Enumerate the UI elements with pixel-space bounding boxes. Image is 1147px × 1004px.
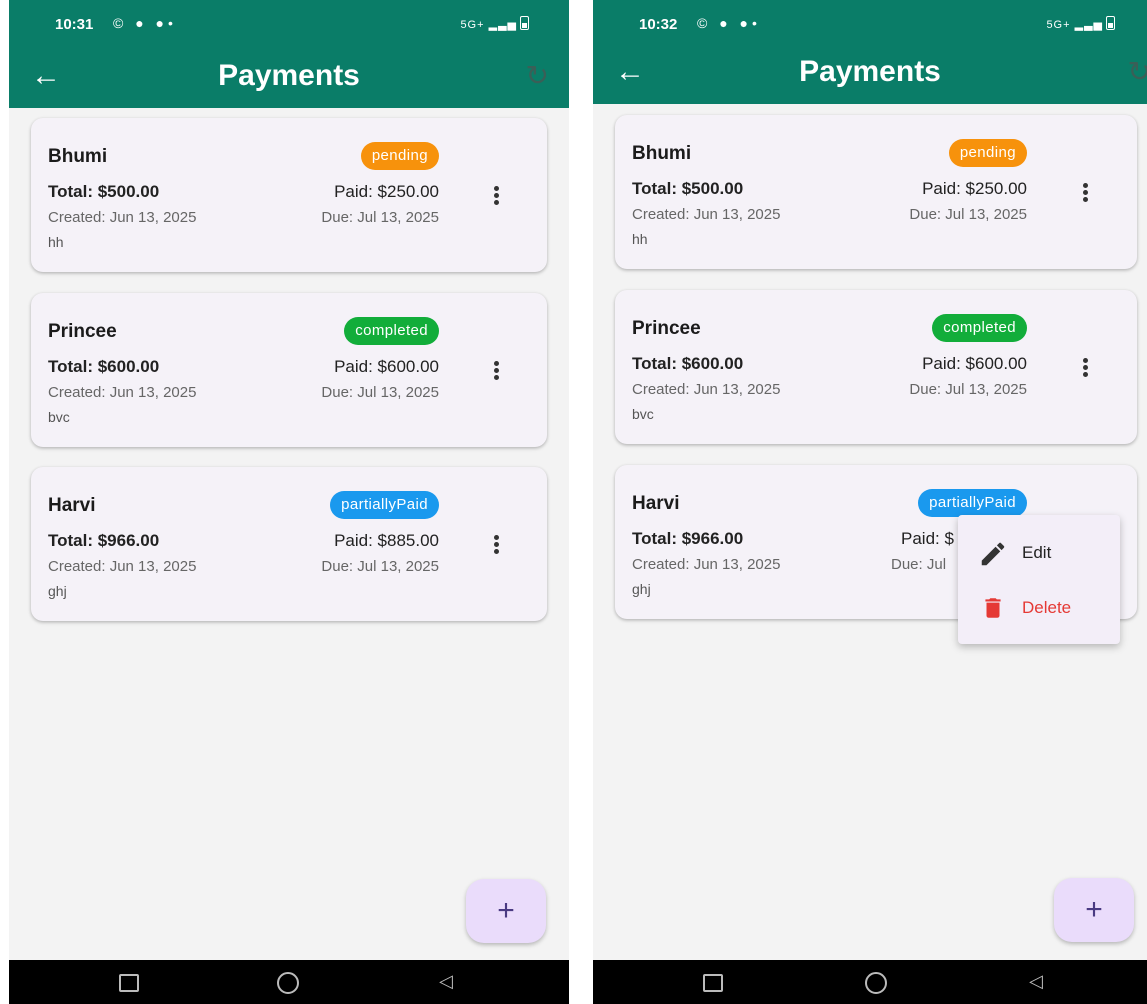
payment-note: ghj: [48, 583, 67, 599]
payment-total: Total: $500.00: [632, 179, 744, 198]
payment-paid: Paid: $: [901, 529, 954, 548]
payment-total: Total: $600.00: [632, 354, 744, 373]
more-vert-icon[interactable]: [1076, 181, 1096, 205]
network-type-label: 5G+: [460, 19, 485, 31]
payment-note: hh: [632, 231, 648, 247]
plus-icon: +: [497, 894, 515, 927]
due-date: Due: Jul 13, 2025: [321, 384, 439, 401]
payment-paid: Paid: $600.00: [922, 354, 1027, 373]
status-badge: completed: [932, 314, 1027, 342]
page-title: Payments: [218, 59, 360, 92]
more-vert-icon[interactable]: [487, 359, 507, 383]
add-payment-button[interactable]: +: [466, 879, 546, 943]
created-date: Created: Jun 13, 2025: [632, 206, 781, 223]
due-date: Due: Jul 13, 2025: [909, 381, 1027, 398]
battery-icon: [1106, 16, 1115, 30]
status-bar: 10:31 © ● ●• 5G+ ▂▃▅: [9, 0, 569, 50]
more-vert-icon[interactable]: [487, 533, 507, 557]
payment-total: Total: $966.00: [48, 531, 160, 550]
signal-icon: ▂▃▅: [1074, 19, 1103, 31]
notification-icons: © ● ●•: [697, 15, 761, 31]
payment-note: bvc: [48, 409, 70, 425]
system-status-icons: 5G+ ▂▃▅: [460, 16, 529, 31]
system-nav-bar: ◁: [9, 960, 569, 1004]
payer-name: Bhumi: [632, 143, 692, 164]
payment-note: ghj: [632, 581, 651, 597]
payment-paid: Paid: $250.00: [922, 179, 1027, 198]
status-bar: 10:32 © ● ●• 5G+ ▂▃▅: [593, 0, 1147, 46]
status-badge: partiallyPaid: [918, 489, 1027, 517]
card-popup-menu: Edit Delete: [958, 515, 1120, 644]
phone-screen-before: 10:31 © ● ●• 5G+ ▂▃▅ ← Payments ↻ Bhumi …: [9, 0, 569, 1004]
payment-card: Harvi partiallyPaid Total: $966.00 Paid:…: [31, 467, 547, 621]
network-type-label: 5G+: [1046, 19, 1071, 31]
payment-paid: Paid: $885.00: [334, 531, 439, 550]
payment-note: bvc: [632, 406, 654, 422]
payment-total: Total: $966.00: [632, 529, 744, 548]
recents-icon[interactable]: [119, 974, 139, 992]
created-date: Created: Jun 13, 2025: [48, 209, 197, 226]
app-bar: ← Payments ↻: [9, 50, 569, 108]
payment-total: Total: $600.00: [48, 357, 160, 376]
due-date: Due: Jul 13, 2025: [321, 209, 439, 226]
created-date: Created: Jun 13, 2025: [48, 384, 197, 401]
payer-name: Princee: [48, 321, 117, 342]
system-nav-bar: ◁: [593, 960, 1147, 1004]
delete-label: Delete: [1022, 598, 1072, 617]
edit-menu-item[interactable]: Edit: [958, 527, 1120, 579]
recents-icon[interactable]: [703, 974, 723, 992]
more-vert-icon[interactable]: [487, 184, 507, 208]
edit-label: Edit: [1022, 543, 1052, 562]
pencil-icon: [981, 542, 1005, 566]
status-badge: pending: [360, 142, 439, 170]
created-date: Created: Jun 13, 2025: [632, 381, 781, 398]
plus-icon: +: [1085, 893, 1103, 926]
created-date: Created: Jun 13, 2025: [632, 556, 781, 573]
payment-paid: Paid: $250.00: [334, 182, 439, 201]
payment-card: Bhumi pending Total: $500.00 Paid: $250.…: [31, 118, 547, 272]
add-payment-button[interactable]: +: [1054, 878, 1134, 942]
created-date: Created: Jun 13, 2025: [48, 558, 197, 575]
due-date: Due: Jul 13, 2025: [909, 206, 1027, 223]
system-status-icons: 5G+ ▂▃▅: [1046, 16, 1115, 31]
delete-menu-item[interactable]: Delete: [958, 582, 1120, 634]
status-time: 10:32: [639, 16, 678, 33]
home-icon[interactable]: [277, 972, 299, 994]
due-date: Due: Jul 13, 2025: [321, 558, 439, 575]
status-badge: completed: [344, 317, 439, 345]
payment-total: Total: $500.00: [48, 182, 160, 201]
nav-back-icon[interactable]: ◁: [1029, 971, 1043, 992]
payer-name: Harvi: [632, 493, 680, 514]
status-badge: partiallyPaid: [330, 491, 439, 519]
home-icon[interactable]: [865, 972, 887, 994]
notification-icons: © ● ●•: [113, 15, 177, 31]
status-badge: pending: [948, 139, 1027, 167]
payer-name: Princee: [632, 318, 701, 339]
nav-back-icon[interactable]: ◁: [439, 971, 453, 992]
payment-card: Bhumi pending Total: $500.00 Paid: $250.…: [615, 115, 1137, 269]
status-time: 10:31: [55, 16, 94, 33]
payer-name: Bhumi: [48, 146, 108, 167]
payment-paid: Paid: $600.00: [334, 357, 439, 376]
phone-screen-after: 10:32 © ● ●• 5G+ ▂▃▅ ← Payments ↻ Bhumi …: [593, 0, 1147, 1004]
payment-card: Princee completed Total: $600.00 Paid: $…: [615, 290, 1137, 444]
trash-icon: [985, 598, 1001, 618]
more-vert-icon[interactable]: [1076, 356, 1096, 380]
payment-card: Princee completed Total: $600.00 Paid: $…: [31, 293, 547, 447]
due-date: Due: Jul: [891, 556, 947, 573]
payer-name: Harvi: [48, 495, 96, 516]
payment-note: hh: [48, 234, 64, 250]
battery-icon: [520, 16, 529, 30]
signal-icon: ▂▃▅: [488, 19, 517, 31]
page-title: Payments: [799, 55, 941, 88]
refresh-icon[interactable]: ↻: [526, 56, 549, 96]
app-bar: ← Payments ↻: [593, 46, 1147, 104]
refresh-icon[interactable]: ↻: [1128, 52, 1147, 92]
